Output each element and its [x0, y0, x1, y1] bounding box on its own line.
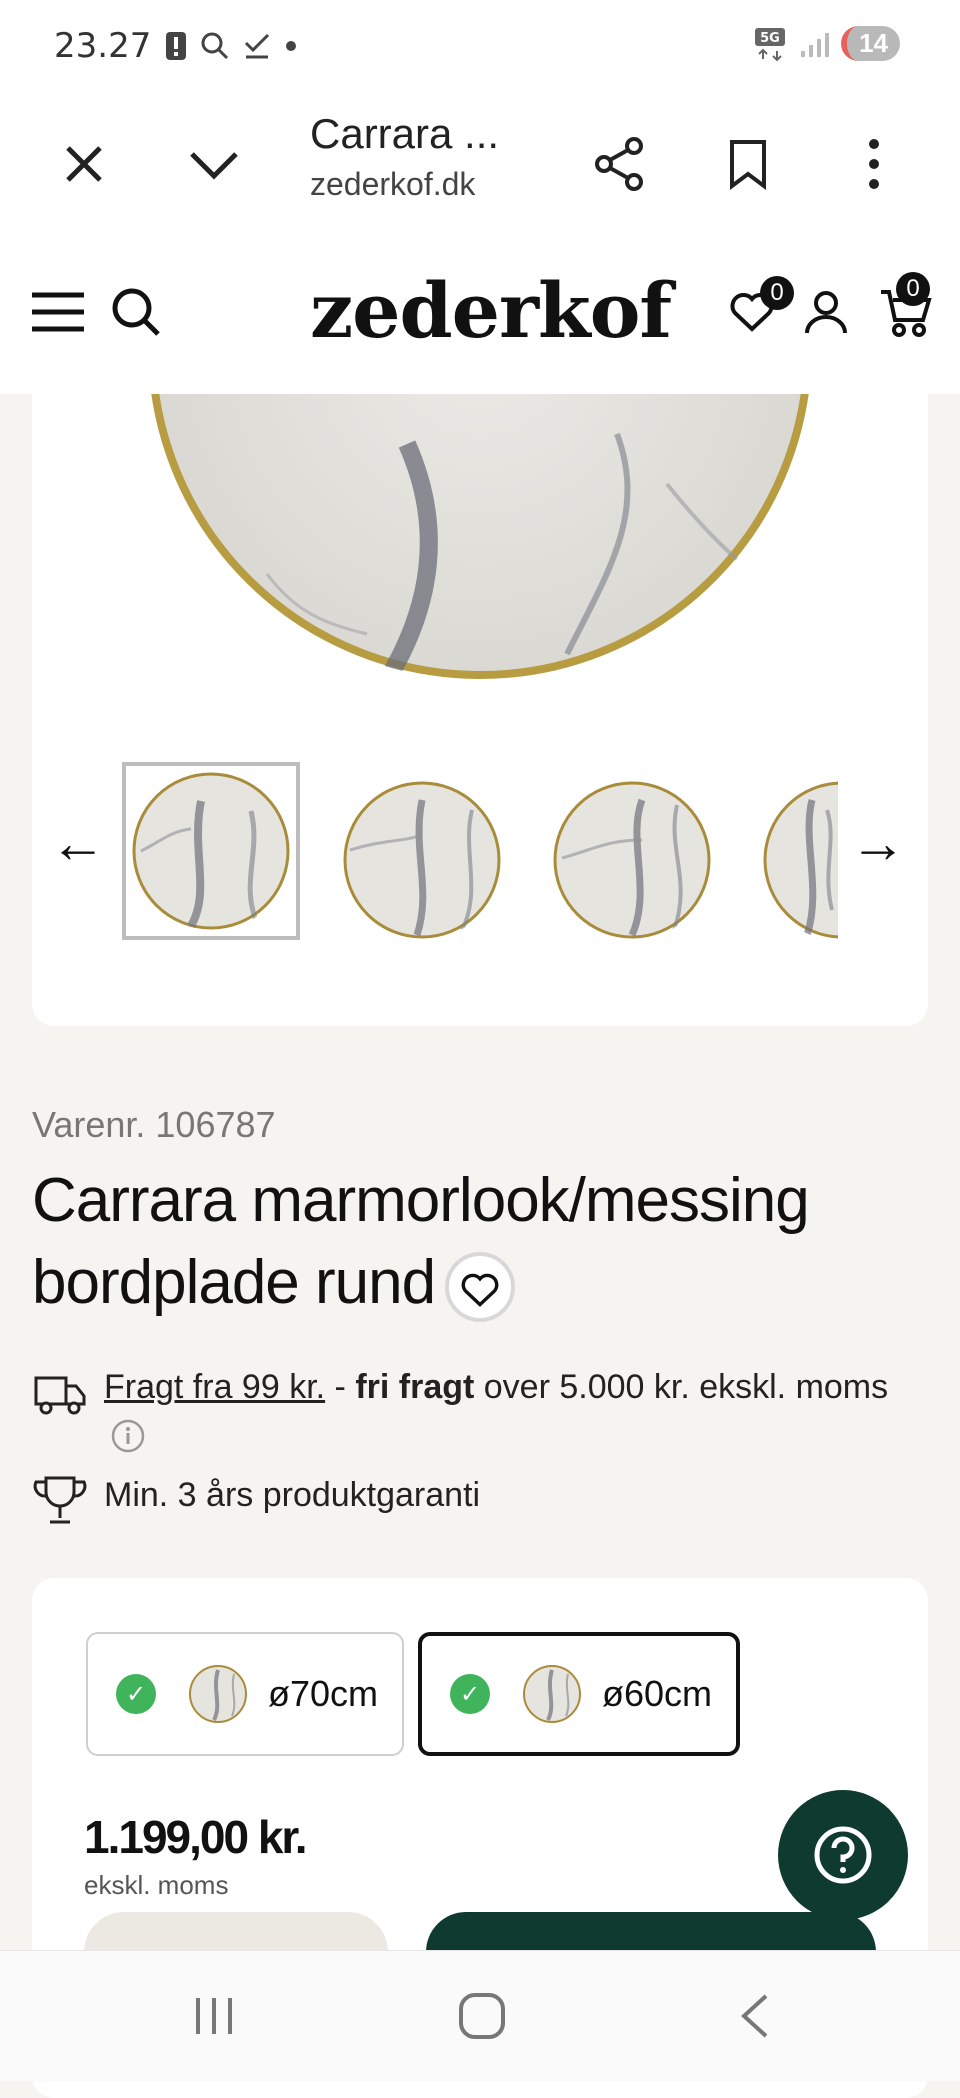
- trophy-icon: [33, 1476, 87, 1524]
- recent-apps-button[interactable]: [174, 1981, 254, 2051]
- product-sku: Varenr. 106787: [32, 1104, 276, 1145]
- alert-icon: [166, 32, 186, 60]
- product-main-image[interactable]: [147, 394, 813, 680]
- help-button[interactable]: [778, 1790, 908, 1920]
- thumbnail-2[interactable]: [342, 780, 502, 940]
- search-icon: [201, 32, 229, 60]
- cart-button[interactable]: 0: [876, 272, 936, 342]
- truck-icon: [34, 1376, 86, 1415]
- recents-icon: [196, 1998, 232, 2034]
- heart-icon: [461, 1273, 499, 1308]
- status-bar: 23.27 5G 14: [0, 0, 960, 96]
- minimize-button[interactable]: [178, 128, 250, 200]
- back-button[interactable]: [714, 1981, 794, 2051]
- chevron-down-icon: [190, 152, 238, 180]
- prev-image-button[interactable]: ←: [50, 810, 106, 875]
- variant-option-70cm[interactable]: ✓ ø70cm: [86, 1632, 404, 1756]
- variant-label: ø70cm: [268, 1673, 379, 1714]
- more-options-button[interactable]: [838, 128, 910, 200]
- question-icon: [814, 1826, 872, 1884]
- site-logo[interactable]: zederkof: [310, 266, 672, 355]
- check-icon: ✓: [116, 1674, 156, 1714]
- more-vertical-icon: [869, 139, 879, 189]
- warranty-info: Min. 3 års produktgaranti: [32, 1472, 932, 1532]
- share-button[interactable]: [584, 128, 656, 200]
- search-icon: [112, 288, 160, 336]
- tab-title: Carrara ...: [310, 110, 500, 157]
- bookmark-icon: [730, 140, 766, 190]
- info-icon[interactable]: [110, 1418, 146, 1454]
- product-title-text: Carrara marmorlook/messing bordplade run…: [32, 1166, 810, 1317]
- variant-thumbnail: [188, 1664, 248, 1724]
- product-price: 1.199,00 kr.: [84, 1811, 308, 1863]
- next-image-button[interactable]: →: [850, 810, 906, 875]
- shipping-info: Fragt fra 99 kr. - fri fragt over 5.000 …: [32, 1364, 932, 1474]
- bookmark-button[interactable]: [712, 128, 784, 200]
- shipping-link[interactable]: Fragt fra 99 kr.: [104, 1368, 325, 1406]
- product-gallery: ← →: [32, 394, 928, 1026]
- home-icon: [459, 1993, 505, 2039]
- thumbnail-3[interactable]: [552, 780, 712, 940]
- free-shipping-text: fri fragt: [355, 1368, 475, 1406]
- menu-button[interactable]: [28, 282, 88, 342]
- check-icon: ✓: [450, 1674, 490, 1714]
- back-icon: [741, 1994, 768, 2038]
- user-icon: [805, 291, 847, 334]
- download-done-icon: [244, 33, 270, 59]
- wishlist-count-badge: 0: [760, 276, 794, 310]
- add-to-wishlist-button[interactable]: [445, 1251, 516, 1322]
- account-button[interactable]: [796, 282, 856, 342]
- variant-thumbnail: [522, 1664, 582, 1724]
- network-5g-icon: 5G: [755, 27, 786, 61]
- site-header: zederkof 0 0: [0, 232, 960, 394]
- share-icon: [595, 137, 643, 191]
- variant-label: ø60cm: [602, 1673, 713, 1714]
- wishlist-button[interactable]: 0: [722, 276, 794, 342]
- system-nav-bar: [0, 1950, 960, 2081]
- hamburger-icon: [32, 292, 84, 332]
- close-tab-button[interactable]: [48, 128, 120, 200]
- dot-icon: [286, 41, 296, 51]
- signal-icon: [801, 32, 830, 57]
- close-icon: [66, 146, 102, 182]
- product-title: Carrara marmorlook/messing bordplade run…: [32, 1160, 932, 1324]
- variant-option-60cm[interactable]: ✓ ø60cm: [418, 1632, 740, 1756]
- status-time: 23.27: [54, 26, 152, 66]
- warranty-text: Min. 3 års produktgaranti: [104, 1476, 481, 1514]
- thumbnail-1[interactable]: [131, 771, 291, 931]
- svg-text:5G: 5G: [760, 31, 780, 46]
- cart-count-badge: 0: [896, 272, 930, 306]
- home-button[interactable]: [442, 1981, 522, 2051]
- search-button[interactable]: [106, 282, 166, 342]
- thumbnail-carousel: ← →: [32, 762, 928, 952]
- price-note: ekskl. moms: [84, 1870, 229, 1900]
- browser-toolbar: Carrara ... zederkof.dk: [0, 96, 960, 234]
- thumbnail-4[interactable]: [762, 780, 838, 940]
- notification-badge: 14: [841, 26, 900, 61]
- url-display[interactable]: zederkof.dk: [310, 166, 475, 203]
